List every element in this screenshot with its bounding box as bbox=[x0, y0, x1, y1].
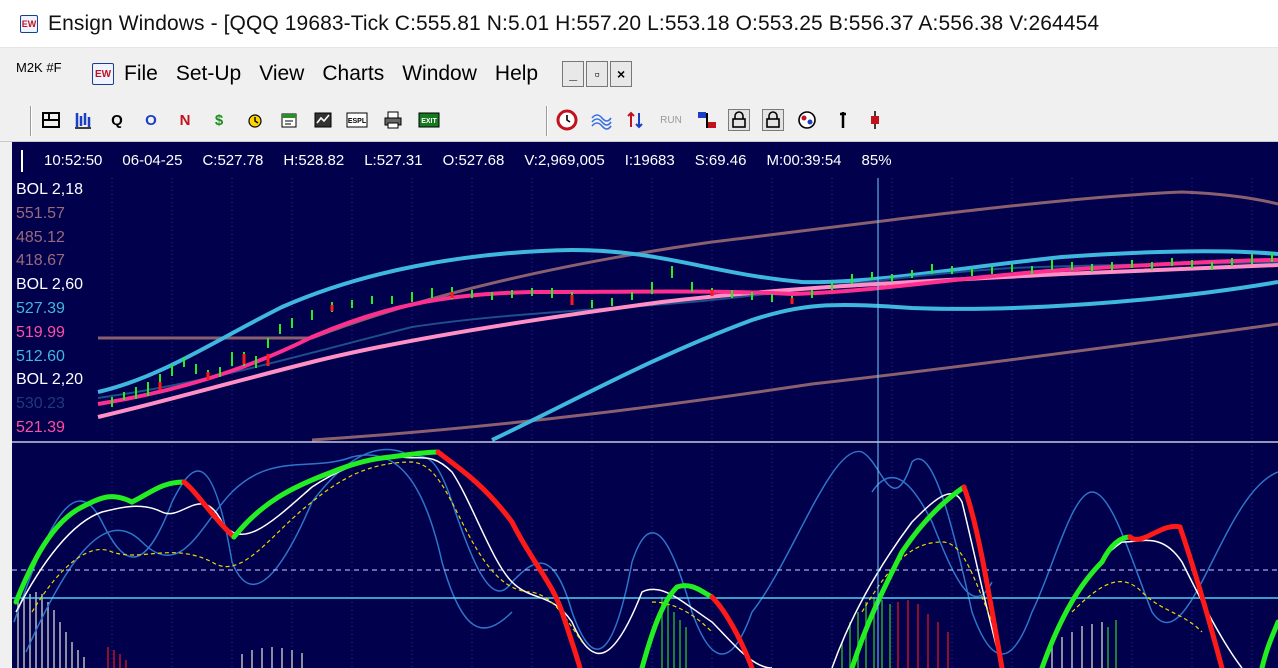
vertical-grid bbox=[111, 178, 1253, 668]
minimize-button[interactable]: _ bbox=[562, 61, 585, 87]
window-title: Ensign Windows - [QQQ 19683-Tick C:555.8… bbox=[48, 11, 1100, 35]
info-low: L:527.31 bbox=[364, 151, 423, 169]
info-volume: V:2,969,005 bbox=[524, 151, 605, 169]
study-label-5: 527.39 bbox=[16, 299, 65, 317]
info-high: H:528.82 bbox=[283, 151, 345, 169]
run-button[interactable]: RUN bbox=[656, 109, 686, 131]
study-label-2: 485.12 bbox=[16, 228, 65, 246]
lock-icon-2[interactable] bbox=[762, 109, 784, 131]
price-candles bbox=[111, 252, 1273, 407]
center-pink-line bbox=[97, 263, 1278, 419]
menu-view[interactable]: View bbox=[259, 62, 304, 86]
alarm-icon[interactable] bbox=[244, 109, 266, 131]
mdi-window-controls: _ ▫ × bbox=[562, 61, 634, 87]
bars-icon[interactable] bbox=[72, 109, 94, 131]
menu-charts[interactable]: Charts bbox=[322, 62, 384, 86]
mid-band-lower bbox=[491, 280, 1278, 442]
espl-icon[interactable]: ESPL bbox=[346, 109, 368, 131]
candle-icon[interactable] bbox=[864, 109, 886, 131]
study-label-7: 512.60 bbox=[16, 347, 65, 365]
bar-info-strip: 10:52:50 06-04-25 C:527.78 H:528.82 L:52… bbox=[12, 142, 1278, 178]
study-label-0: BOL 2,18 bbox=[16, 181, 84, 198]
price-chart[interactable]: 10:52:50 06-04-25 C:527.78 H:528.82 L:52… bbox=[12, 142, 1278, 668]
info-s: S:69.46 bbox=[694, 151, 747, 169]
print-icon[interactable] bbox=[382, 109, 404, 131]
layout-icon[interactable] bbox=[40, 109, 62, 131]
info-percent: 85% bbox=[861, 151, 892, 169]
waves-icon[interactable] bbox=[590, 109, 612, 131]
quote-o-button[interactable]: O bbox=[140, 109, 162, 131]
chart-canvas bbox=[12, 178, 1278, 668]
study-label-9: 530.23 bbox=[16, 395, 65, 413]
exit-text: EXIT bbox=[421, 118, 437, 125]
ensign-app-icon: EW bbox=[20, 14, 38, 33]
trade-flag-icon[interactable] bbox=[696, 109, 718, 131]
study-legend: BOL 2,18 551.57 485.12 418.67 BOL 2,60 5… bbox=[16, 178, 106, 440]
sort-arrows-icon[interactable] bbox=[624, 109, 646, 131]
study-label-6: 519.99 bbox=[16, 323, 65, 341]
oscillator-white-line bbox=[15, 456, 1243, 668]
oscillator-yellow-dashed bbox=[31, 461, 1203, 643]
info-date: 06-04-25 bbox=[122, 151, 183, 169]
info-open: O:527.68 bbox=[442, 151, 505, 169]
study-label-4: BOL 2,60 bbox=[16, 276, 84, 294]
menu-bar: M2K #F EW File Set-Up View Charts Window… bbox=[0, 48, 1278, 100]
menu-setup[interactable]: Set-Up bbox=[176, 62, 241, 86]
study-label-10: 521.39 bbox=[16, 418, 65, 436]
slow-band bbox=[97, 261, 1278, 399]
restore-button[interactable]: ▫ bbox=[586, 61, 609, 87]
toolbar: Q O N $ ESPL EXIT RUN bbox=[0, 100, 1278, 142]
study-label-3: 418.67 bbox=[16, 252, 65, 270]
dollar-button[interactable]: $ bbox=[208, 109, 230, 131]
info-time: 10:52:50 bbox=[44, 151, 103, 169]
oscillator-thin-lines bbox=[13, 448, 1278, 655]
info-interval: I:19683 bbox=[624, 151, 675, 169]
sync-icon[interactable] bbox=[796, 109, 818, 131]
menu-file[interactable]: File bbox=[124, 62, 158, 86]
title-bar: EW Ensign Windows - [QQQ 19683-Tick C:55… bbox=[0, 0, 1278, 48]
document-icon[interactable]: EW bbox=[92, 63, 114, 85]
lock-icon-1[interactable] bbox=[728, 109, 750, 131]
news-n-button[interactable]: N bbox=[174, 109, 196, 131]
toolbar-separator bbox=[30, 106, 32, 136]
info-close: C:527.78 bbox=[202, 151, 264, 169]
outer-band-lower bbox=[311, 322, 1278, 442]
center-magenta-line bbox=[97, 258, 1278, 406]
oscillator-main bbox=[13, 449, 1278, 668]
scanner-icon[interactable] bbox=[312, 109, 334, 131]
clock-icon[interactable] bbox=[556, 109, 578, 131]
menu-window[interactable]: Window bbox=[402, 62, 477, 86]
info-minutes: M:00:39:54 bbox=[766, 151, 842, 169]
menu-help[interactable]: Help bbox=[495, 62, 538, 86]
toolbar-separator bbox=[546, 106, 548, 136]
exit-icon[interactable]: EXIT bbox=[418, 109, 440, 131]
cursor-line-icon[interactable] bbox=[832, 109, 854, 131]
espl-text: ESPL bbox=[348, 118, 367, 125]
calendar-icon[interactable] bbox=[278, 109, 300, 131]
study-label-1: 551.57 bbox=[16, 204, 65, 222]
close-button[interactable]: × bbox=[610, 61, 633, 87]
quote-q-button[interactable]: Q bbox=[106, 109, 128, 131]
study-label-8: BOL 2,20 bbox=[16, 371, 84, 389]
account-label: M2K #F bbox=[16, 59, 62, 75]
